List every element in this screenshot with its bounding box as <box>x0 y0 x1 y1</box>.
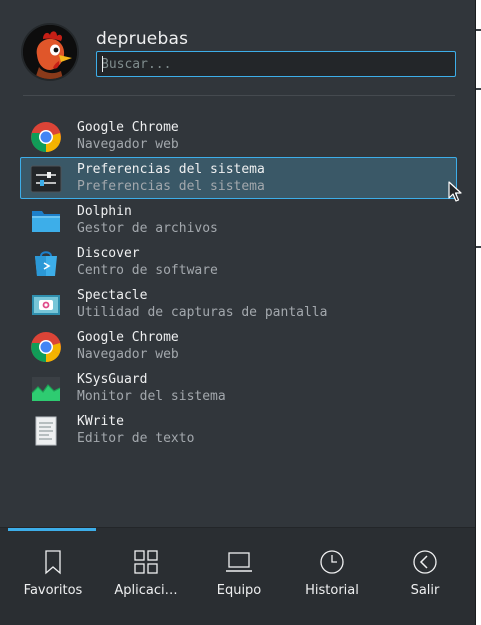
tab-leave[interactable]: Salir <box>378 530 472 610</box>
app-description: Navegador web <box>77 347 179 362</box>
background-window-edge <box>476 29 481 31</box>
app-description: Navegador web <box>77 137 179 152</box>
system-monitor-icon <box>31 377 61 401</box>
list-item[interactable]: Google Chrome Navegador web <box>20 325 457 367</box>
background-window-edge <box>476 246 481 248</box>
leave-icon <box>413 550 437 574</box>
text-editor-icon <box>35 416 57 446</box>
app-description: Centro de software <box>77 263 218 278</box>
app-description: Utilidad de capturas de pantalla <box>77 305 328 320</box>
tab-applications[interactable]: Aplicaci… <box>99 530 193 610</box>
app-description: Preferencias del sistema <box>77 179 265 194</box>
background-window-edge <box>476 88 481 90</box>
app-name: KSysGuard <box>77 372 148 387</box>
shopping-bag-icon <box>35 251 57 276</box>
app-description: Gestor de archivos <box>77 221 218 236</box>
tab-label: Aplicaci… <box>114 583 178 598</box>
app-name: Google Chrome <box>77 120 179 135</box>
app-name: Preferencias del sistema <box>77 162 265 177</box>
search-input[interactable] <box>96 51 456 77</box>
app-name: Dolphin <box>77 204 132 219</box>
app-name: Discover <box>77 246 140 261</box>
tab-label: Salir <box>410 583 440 598</box>
mouse-pointer-icon <box>448 181 462 202</box>
applications-grid-icon <box>134 550 158 574</box>
favorites-list: Google Chrome Navegador web Preferencias… <box>20 115 457 451</box>
list-item[interactable]: Dolphin Gestor de archivos <box>20 199 457 241</box>
tab-history[interactable]: Historial <box>285 530 379 610</box>
list-item[interactable]: Spectacle Utilidad de capturas de pantal… <box>20 283 457 325</box>
tab-computer[interactable]: Equipo <box>192 530 286 610</box>
clock-icon <box>320 550 344 574</box>
tab-label: Equipo <box>216 583 262 598</box>
chrome-icon <box>31 122 61 153</box>
list-item[interactable]: KSysGuard Monitor del sistema <box>20 367 457 409</box>
list-item[interactable]: Google Chrome Navegador web <box>20 115 457 157</box>
app-description: Editor de texto <box>77 431 195 446</box>
app-name: Spectacle <box>77 288 148 303</box>
tab-favorites[interactable]: Favoritos <box>6 530 100 610</box>
tab-label: Historial <box>305 583 359 598</box>
folder-icon <box>32 211 60 232</box>
list-item[interactable]: Discover Centro de software <box>20 241 457 283</box>
application-launcher: depruebas Google Chrome Navegador web <box>0 0 476 625</box>
app-description: Monitor del sistema <box>77 389 226 404</box>
avatar[interactable] <box>23 25 77 79</box>
laptop-icon <box>226 552 252 572</box>
chrome-icon <box>31 332 61 363</box>
app-name: Google Chrome <box>77 330 179 345</box>
bookmark-icon <box>45 550 61 575</box>
list-item[interactable]: Preferencias del sistema Preferencias de… <box>20 157 457 199</box>
camera-icon <box>32 295 60 315</box>
app-name: KWrite <box>77 414 124 429</box>
user-name: depruebas <box>96 29 189 49</box>
list-item[interactable]: KWrite Editor de texto <box>20 409 457 451</box>
system-settings-icon <box>30 165 62 193</box>
header-divider <box>23 95 455 96</box>
tab-label: Favoritos <box>23 583 83 598</box>
text-caret <box>102 56 103 72</box>
